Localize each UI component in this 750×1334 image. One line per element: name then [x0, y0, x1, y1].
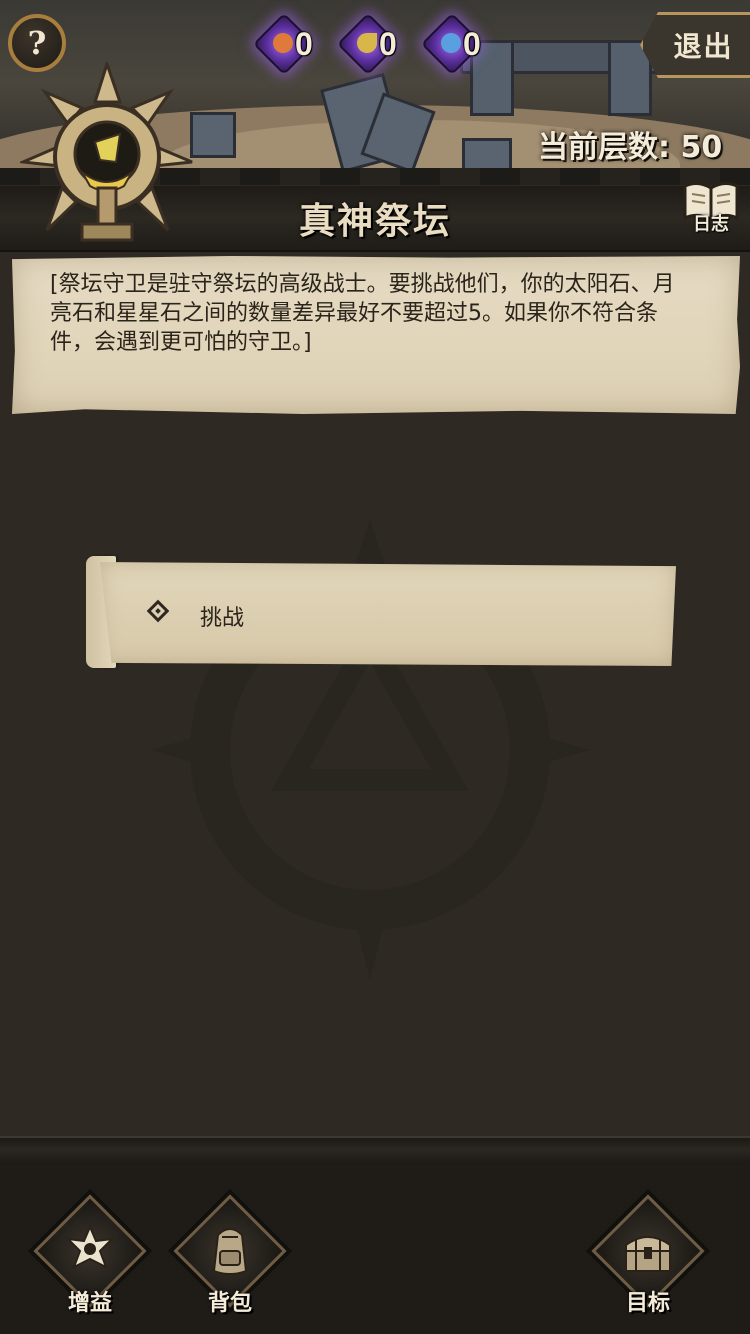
sun-symbol: [273, 33, 293, 53]
moon-stone-count: 0: [379, 26, 397, 62]
rock: [190, 112, 236, 158]
diamond-icon: [146, 599, 170, 623]
log-button[interactable]: 日志: [676, 180, 746, 240]
buff-label: 增益: [67, 1291, 112, 1316]
backpack-button[interactable]: 背包: [172, 1194, 288, 1321]
moon-stone-counter: 0: [336, 12, 426, 76]
choice-paper: 挑战: [100, 562, 676, 666]
log-label: 日志: [693, 214, 729, 235]
star-symbol: [441, 33, 461, 53]
backpack-label: 背包: [207, 1291, 252, 1316]
event-description-panel: [祭坛守卫是驻守祭坛的高级战士。要挑战他们，你的太阳石、月亮石和星星石之间的数量…: [12, 256, 740, 414]
buff-button[interactable]: 增益: [32, 1194, 148, 1321]
exit-label: 退出: [673, 30, 734, 63]
bottom-divider: [0, 1136, 750, 1166]
moon-symbol: [357, 33, 377, 53]
goal-label: 目标: [625, 1291, 670, 1316]
buff-emblem-icon: [65, 1224, 115, 1270]
choice-label: 挑战: [200, 606, 245, 631]
current-floor: 当前层数: 50: [538, 130, 723, 165]
goal-button[interactable]: 目标: [590, 1194, 706, 1321]
altar-emblem-icon: [20, 62, 193, 242]
star-stone-counter: 0: [420, 12, 510, 76]
sun-stone-count: 0: [295, 26, 313, 62]
event-description: [祭坛守卫是驻守祭坛的高级战士。要挑战他们，你的太阳石、月亮石和星星石之间的数量…: [50, 272, 675, 355]
question-mark-icon: ?: [27, 24, 47, 62]
backpack-icon: [212, 1228, 248, 1275]
treasure-chest-icon: [625, 1236, 671, 1272]
choice-challenge[interactable]: 挑战: [86, 556, 680, 670]
exit-button[interactable]: 退出: [640, 12, 750, 78]
star-stone-count: 0: [463, 26, 481, 62]
sun-stone-counter: 0: [252, 12, 342, 76]
